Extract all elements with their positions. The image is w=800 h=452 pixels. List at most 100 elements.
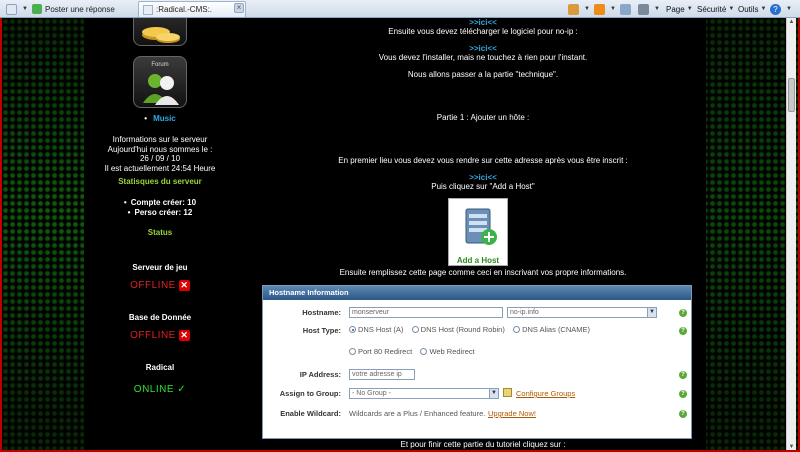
text-click: Puis cliquez sur "Add a Host" — [431, 182, 535, 191]
help-icon[interactable]: ? — [679, 371, 687, 379]
status-title: Status — [147, 228, 173, 237]
help-icon: ? — [770, 3, 781, 15]
page-icon — [32, 4, 42, 14]
wildcard-label: Enable Wildcard: — [280, 409, 341, 418]
scroll-thumb[interactable] — [788, 78, 795, 112]
server-time: Il est actuellement 24:54 Heure — [104, 163, 216, 173]
help-menu[interactable]: ? ▼ — [770, 2, 792, 16]
wildcard-text: Wildcards are a Plus / Enhanced feature. — [349, 409, 486, 418]
group-select[interactable]: - No Group - ▼ — [349, 388, 499, 399]
host-type-row-2: Port 80 Redirect Web Redirect — [263, 342, 693, 362]
hostname-form: Hostname Information Hostname: monserveu… — [262, 285, 692, 439]
music-link[interactable]: Music — [84, 114, 236, 123]
group-label: Assign to Group: — [279, 389, 341, 398]
hostname-label: Hostname: — [302, 308, 341, 317]
chevron-down-icon: ▼ — [760, 6, 767, 12]
tab-radical-cms[interactable]: :Radical.-CMS:. — [138, 1, 246, 17]
text-install: Vous devez l'installer, mais ne touchez … — [378, 53, 588, 62]
server-icon — [465, 208, 497, 245]
text-finish: Et pour finir cette partie du tutoriel c… — [400, 440, 566, 449]
list-item: Perso créer: 12 — [84, 208, 236, 218]
stats-list: Compte créer: 10 Perso créer: 12 — [84, 198, 236, 218]
tools-menu-label: Outils — [738, 4, 759, 14]
rss-icon — [594, 3, 605, 15]
status-text: OFFLINE — [130, 280, 176, 292]
tab-label: :Radical.-CMS:. — [156, 5, 213, 14]
tab-grid-icon — [6, 3, 17, 15]
forum-icon[interactable]: Forum — [133, 56, 187, 108]
ip-label: IP Address: — [299, 370, 341, 379]
main-article: >>ici<< Ensuite vous devez télécharger l… — [260, 18, 706, 450]
server-date: 26 / 09 / 10 — [139, 154, 181, 163]
radio-dot — [349, 326, 356, 333]
help-icon[interactable]: ? — [679, 410, 687, 418]
page-background: Forum Music Informations sur le serveur … — [0, 18, 800, 452]
text-first: En premier lieu vous devez vous rendre s… — [338, 156, 628, 165]
ici-link[interactable]: >>ici<< — [260, 173, 706, 182]
radio-dot — [513, 326, 521, 333]
page-menu-label: Page — [666, 4, 685, 14]
page-menu[interactable]: Page ▼ — [666, 2, 693, 16]
group-row: Assign to Group: - No Group - ▼ Configur… — [263, 383, 693, 403]
game-server-label: Serveur de jeu — [132, 263, 188, 272]
host-type-row: Host Type: DNS Host (A) DNS Host (Round … — [263, 320, 693, 340]
list-item: Compte créer: 10 — [84, 198, 236, 208]
stats-title: Statisques du serveur — [118, 177, 202, 186]
coins-icon[interactable] — [133, 18, 187, 46]
page-icon — [143, 4, 153, 15]
radical-label: Radical — [145, 363, 175, 372]
mail-icon — [620, 3, 631, 15]
home-button[interactable]: ▼ — [568, 2, 590, 16]
cross-icon: ✕ — [178, 280, 190, 291]
server-info-title: Informations sur le serveur — [112, 135, 208, 144]
radio-label: DNS Alias (CNAME) — [522, 325, 591, 334]
radio-dns-host-a[interactable]: DNS Host (A) — [349, 325, 403, 334]
safety-menu-label: Sécurité — [697, 4, 727, 14]
close-tab-button[interactable]: × — [234, 3, 244, 13]
radio-dot — [420, 348, 428, 355]
upgrade-link[interactable]: Upgrade Now! — [488, 409, 536, 418]
add-host-image: Add a Host — [448, 198, 508, 266]
ip-input[interactable]: votre adresse ip — [349, 369, 415, 380]
cross-icon: ✕ — [178, 330, 190, 341]
help-icon[interactable]: ? — [679, 327, 687, 335]
feeds-button[interactable]: ▼ — [594, 2, 616, 16]
part1-heading: Partie 1 : Ajouter un hôte : — [436, 113, 530, 122]
ip-row: IP Address: votre adresse ip ? — [263, 364, 693, 384]
forum-label: Forum — [151, 62, 169, 68]
vertical-scrollbar[interactable]: ▲ ▼ — [786, 18, 796, 450]
domain-select[interactable]: no-ip.info ▼ — [507, 307, 657, 318]
content-area: Forum Music Informations sur le serveur … — [84, 18, 706, 450]
chevron-down-icon: ▼ — [647, 308, 656, 317]
host-type-options-2: Port 80 Redirect Web Redirect — [349, 347, 481, 357]
hostname-input[interactable]: monserveur — [349, 307, 503, 318]
radio-web-redirect[interactable]: Web Redirect — [420, 347, 475, 356]
scroll-down-icon[interactable]: ▼ — [787, 443, 796, 450]
radio-dns-round-robin[interactable]: DNS Host (Round Robin) — [411, 325, 505, 334]
chevron-down-icon: ▼ — [686, 6, 693, 12]
domain-value: no-ip.info — [510, 309, 539, 316]
help-icon[interactable]: ? — [679, 390, 687, 398]
ici-link[interactable]: >>ici<< — [260, 44, 706, 53]
tab-poster-reponse[interactable]: Poster une réponse — [28, 1, 138, 17]
radio-port-80-redirect[interactable]: Port 80 Redirect — [349, 347, 412, 356]
home-icon — [568, 3, 579, 15]
tools-menu[interactable]: Outils ▼ — [738, 2, 766, 16]
mail-button[interactable] — [620, 2, 634, 16]
add-host-label: Add a Host — [456, 256, 500, 265]
form-header: Hostname Information — [263, 286, 691, 300]
text-download: Ensuite vous devez télécharger le logici… — [388, 27, 578, 36]
edit-icon[interactable] — [503, 388, 512, 397]
scroll-up-icon[interactable]: ▲ — [787, 18, 796, 27]
tab-label: Poster une réponse — [45, 4, 115, 14]
ici-link[interactable]: >>ici<< — [260, 18, 706, 27]
chevron-down-icon: ▼ — [728, 6, 735, 12]
configure-groups-link[interactable]: Configure Groups — [516, 389, 575, 398]
print-button[interactable]: ▼ — [638, 2, 660, 16]
radio-dns-alias[interactable]: DNS Alias (CNAME) — [513, 325, 590, 334]
status-text: OFFLINE — [130, 330, 176, 342]
radio-label: Port 80 Redirect — [358, 347, 413, 356]
safety-menu[interactable]: Sécurité ▼ — [697, 2, 734, 16]
help-icon[interactable]: ? — [679, 309, 687, 317]
chevron-down-icon: ▼ — [489, 389, 498, 398]
